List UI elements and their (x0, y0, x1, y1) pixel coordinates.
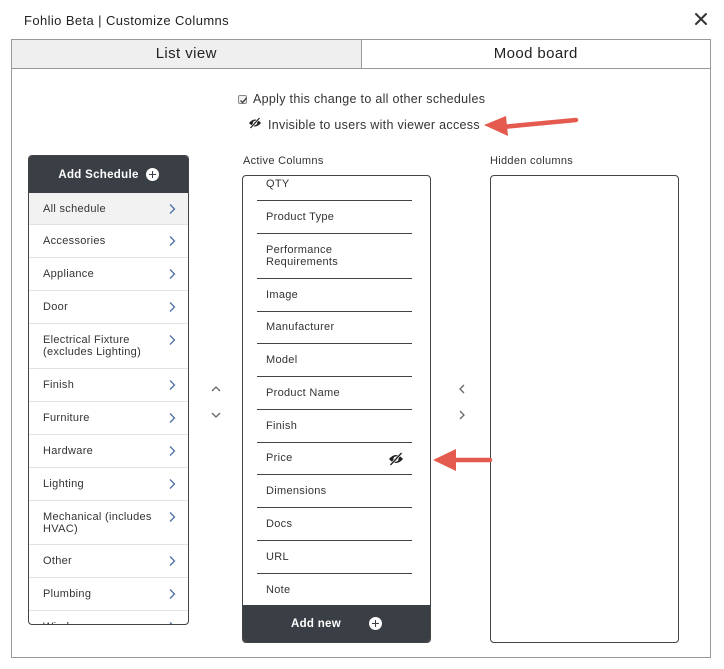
invisible-label: Invisible to users with viewer access (268, 117, 480, 132)
active-column-item[interactable]: Product Type (257, 201, 412, 234)
chevron-right-icon (168, 268, 176, 283)
add-new-column-button[interactable]: Add new (243, 605, 430, 642)
chevron-right-icon (168, 412, 176, 427)
add-new-label: Add new (290, 617, 341, 630)
active-column-item[interactable]: Note (257, 574, 412, 606)
schedule-item[interactable]: Hardware (29, 435, 188, 468)
schedule-item-label: Mechanical (includes HVAC) (43, 510, 152, 535)
annotation-arrow-top (484, 116, 579, 136)
active-column-item[interactable]: URL (257, 541, 412, 574)
apply-all-checkbox[interactable] (238, 94, 248, 104)
active-column-item[interactable]: Docs (257, 508, 412, 541)
schedule-item[interactable]: Other (29, 545, 188, 578)
schedule-item[interactable]: Door (29, 291, 188, 324)
eye-slash-icon[interactable] (388, 451, 404, 469)
schedule-item[interactable]: Electrical Fixture (excludes Lighting) (29, 324, 188, 369)
tab-list-view[interactable]: List view (12, 40, 362, 68)
chevron-right-icon (168, 555, 176, 570)
schedule-item-label: Other (43, 555, 73, 567)
schedule-item-label: Hardware (43, 445, 94, 457)
close-icon[interactable] (694, 12, 710, 28)
chevron-right-icon (168, 445, 176, 460)
schedule-item[interactable]: All schedule (29, 193, 188, 225)
active-column-label: Finish (266, 419, 298, 432)
schedule-item[interactable]: Furniture (29, 402, 188, 435)
schedule-item[interactable]: Plumbing (29, 578, 188, 611)
chevron-right-icon (168, 235, 176, 250)
schedule-item[interactable]: Accessories (29, 225, 188, 258)
active-column-item[interactable]: Performance Requirements (257, 234, 412, 279)
active-column-item[interactable]: Manufacturer (257, 312, 412, 344)
move-up-icon[interactable] (210, 384, 222, 394)
active-column-label: Note (266, 583, 291, 596)
move-left-icon[interactable] (457, 383, 467, 395)
schedule-item-label: All schedule (43, 202, 106, 215)
schedule-item[interactable]: Appliance (29, 258, 188, 291)
hidden-columns-heading: Hidden columns (490, 155, 574, 167)
schedule-item-label: Accessories (43, 235, 106, 247)
active-column-label: Product Type (266, 210, 335, 223)
schedule-item-label: Lighting (43, 478, 84, 490)
schedule-item[interactable]: Finish (29, 369, 188, 402)
active-column-label: Docs (266, 517, 293, 530)
eye-slash-icon (248, 117, 262, 132)
schedule-item-label: Appliance (43, 268, 95, 280)
active-column-label: Model (266, 353, 298, 366)
active-column-item[interactable]: QTY (257, 176, 412, 201)
active-column-item[interactable]: Model (257, 344, 412, 377)
chevron-right-icon (168, 511, 176, 526)
active-column-label: Price (266, 452, 293, 465)
chevron-right-icon (168, 379, 176, 394)
schedule-item[interactable]: Mechanical (includes HVAC) (29, 501, 188, 545)
window-title: Fohlio Beta | Customize Columns (24, 13, 230, 28)
add-schedule-button[interactable]: Add Schedule (29, 156, 188, 193)
active-columns-heading: Active Columns (243, 155, 324, 167)
active-column-label: QTY (266, 178, 290, 190)
chevron-right-icon (168, 621, 176, 624)
annotation-arrow-price (433, 449, 493, 471)
schedule-item-label: Electrical Fixture (excludes Lighting) (43, 334, 142, 358)
active-column-item[interactable]: Dimensions (257, 475, 412, 508)
chevron-right-icon (168, 301, 176, 316)
chevron-right-icon (168, 588, 176, 603)
plus-circle-icon (369, 617, 382, 630)
active-column-label: Dimensions (266, 484, 327, 497)
active-column-label: URL (266, 550, 289, 563)
schedule-item-label: Door (43, 301, 69, 313)
active-column-item[interactable]: Image (257, 279, 412, 312)
plus-circle-icon (145, 168, 159, 181)
active-column-label: Image (266, 288, 299, 301)
active-columns-list: QTY Product Type Performance Requirements I… (242, 175, 431, 643)
chevron-right-icon (168, 203, 176, 218)
active-column-item[interactable]: Product Name (257, 377, 412, 410)
view-tabs: List view Mood board (12, 40, 710, 69)
schedule-item[interactable]: Lighting (29, 468, 188, 501)
schedule-list: Add Schedule All schedule Accessories Appl… (28, 155, 189, 625)
schedule-item-label: Furniture (43, 412, 90, 424)
active-column-label: Performance Requirements (266, 243, 339, 268)
schedule-item-label: Window (43, 621, 84, 624)
chevron-right-icon (168, 334, 176, 349)
schedule-item-label: Finish (43, 379, 75, 391)
add-schedule-label: Add Schedule (58, 168, 139, 181)
active-column-label: Manufacturer (266, 321, 335, 334)
move-right-icon[interactable] (457, 409, 467, 421)
schedule-item[interactable]: Window (29, 611, 188, 624)
move-down-icon[interactable] (210, 410, 222, 420)
tab-mood-board[interactable]: Mood board (362, 40, 711, 68)
active-column-label: Product Name (266, 386, 340, 399)
schedule-item-label: Plumbing (43, 588, 92, 600)
invisible-legend: Invisible to users with viewer access (248, 117, 480, 132)
apply-all-option[interactable]: Apply this change to all other schedules (238, 92, 485, 106)
chevron-right-icon (168, 478, 176, 493)
hidden-columns-list (490, 175, 679, 643)
apply-all-label: Apply this change to all other schedules (253, 92, 486, 106)
active-column-item[interactable]: Price (257, 443, 412, 475)
active-column-item[interactable]: Finish (257, 410, 412, 443)
